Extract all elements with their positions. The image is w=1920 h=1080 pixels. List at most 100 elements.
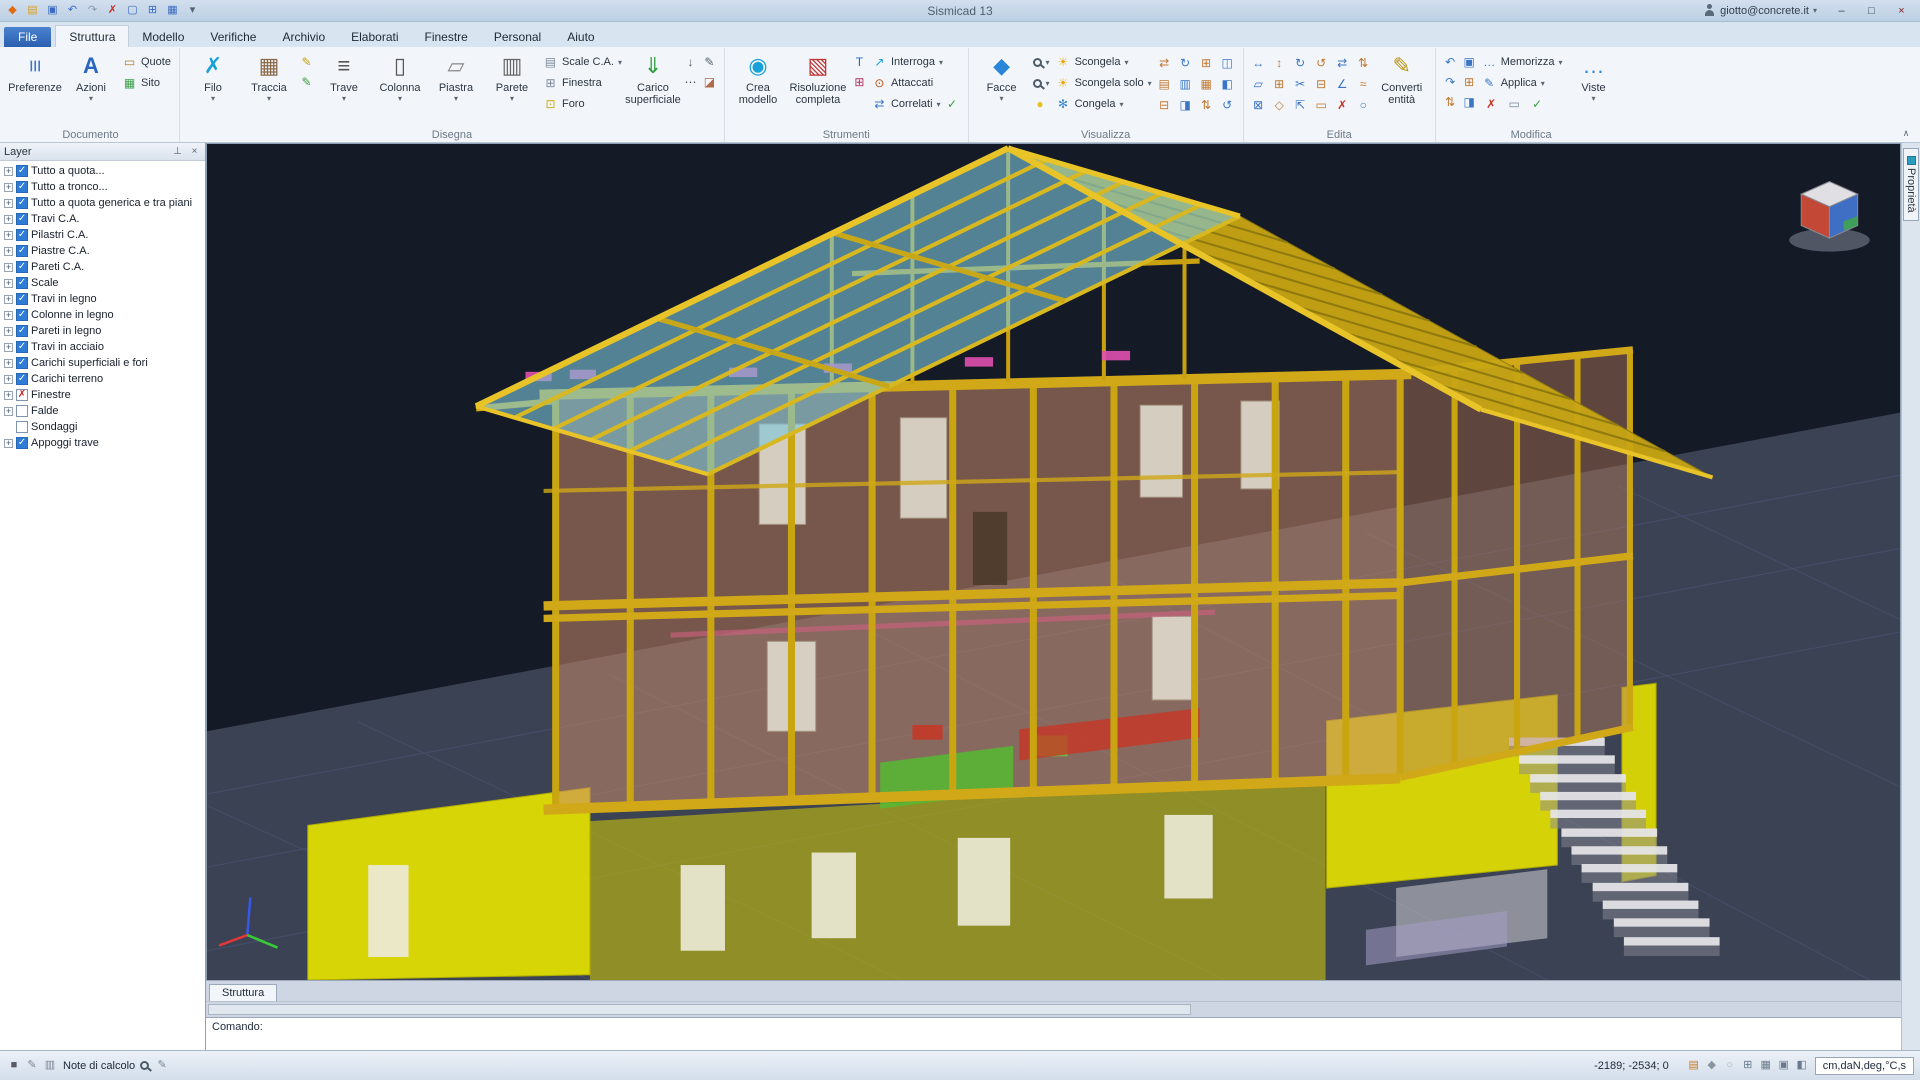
sketch-pencil-icon[interactable]: ✎: [297, 52, 316, 71]
tab-modello[interactable]: Modello: [129, 26, 197, 47]
expand-icon[interactable]: [4, 311, 13, 320]
expand-icon[interactable]: [4, 247, 13, 256]
risoluzione-completa-button[interactable]: ▧ Risoluzione completa: [786, 50, 850, 108]
layer-checkbox[interactable]: [16, 245, 28, 257]
stretch-icon[interactable]: ↕: [1270, 53, 1289, 72]
layer-row[interactable]: Tutto a tronco...: [0, 179, 205, 195]
layer-checkbox[interactable]: [16, 277, 28, 289]
search-icon[interactable]: [140, 1061, 149, 1070]
offset-icon[interactable]: ▱: [1249, 74, 1268, 93]
lamp-button[interactable]: ●: [1030, 94, 1053, 114]
fillet-icon[interactable]: ∠: [1333, 74, 1352, 93]
hint-icon[interactable]: ◧: [1794, 1058, 1810, 1074]
preferenze-button[interactable]: ≡ Preferenze: [7, 50, 63, 96]
layer-row[interactable]: Finestre: [0, 387, 205, 403]
layer-row[interactable]: Pilastri C.A.: [0, 227, 205, 243]
rotate-icon[interactable]: ↻: [1291, 53, 1310, 72]
layer-checkbox[interactable]: [16, 309, 28, 321]
layer-row[interactable]: Carichi terreno: [0, 371, 205, 387]
orbit-view-icon[interactable]: ↻: [1176, 53, 1195, 72]
box-select-icon[interactable]: ▭: [1505, 95, 1524, 114]
view-top-icon[interactable]: ▤: [1155, 74, 1174, 93]
layer-row[interactable]: Sondaggi: [0, 419, 205, 435]
save-icon[interactable]: ▣: [44, 2, 61, 19]
edit-note-icon[interactable]: ✎: [24, 1058, 40, 1074]
expand-icon[interactable]: [4, 295, 13, 304]
delete-icon[interactable]: ✗: [1482, 95, 1501, 114]
layer-row[interactable]: Pareti C.A.: [0, 259, 205, 275]
document-tab-struttura[interactable]: Struttura: [209, 984, 277, 1001]
layer-checkbox[interactable]: [16, 421, 28, 433]
layer-row[interactable]: Falde: [0, 403, 205, 419]
swap-icon[interactable]: ⇅: [1441, 92, 1460, 111]
undo-edit-icon[interactable]: ↶: [1441, 52, 1460, 71]
section-icon[interactable]: ⇅: [1197, 95, 1216, 114]
stylus-icon[interactable]: ✎: [700, 52, 719, 71]
redo-icon[interactable]: ↷: [84, 2, 101, 19]
load-arrow-icon[interactable]: ↓: [681, 52, 700, 71]
horizontal-scrollbar[interactable]: [206, 1001, 1901, 1017]
expand-icon[interactable]: [4, 215, 13, 224]
wireframe-icon[interactable]: ◨: [1176, 95, 1195, 114]
tab-file[interactable]: File: [4, 27, 51, 47]
layout-icon[interactable]: ▦: [164, 2, 181, 19]
minimize-button[interactable]: –: [1827, 2, 1856, 20]
layer-checkbox[interactable]: [16, 165, 28, 177]
expand-icon[interactable]: [4, 327, 13, 336]
expand-icon[interactable]: [4, 391, 13, 400]
app-logo-icon[interactable]: ◆: [4, 2, 21, 19]
close-panel-icon[interactable]: ×: [188, 145, 201, 158]
layer-checkbox[interactable]: [16, 325, 28, 337]
layer-row[interactable]: Travi in legno: [0, 291, 205, 307]
open-icon[interactable]: ▤: [24, 2, 41, 19]
attaccati-button[interactable]: ⊙ Attaccati: [869, 73, 963, 93]
view-iso-icon[interactable]: ◧: [1218, 74, 1237, 93]
filo-button[interactable]: ✗ Filo ▾: [185, 50, 241, 105]
paste-props-icon[interactable]: ⊞: [1460, 72, 1479, 91]
layer-row[interactable]: Tutto a quota...: [0, 163, 205, 179]
congela-button[interactable]: ✻ Congela ▾: [1053, 94, 1155, 114]
parete-button[interactable]: ▥ Parete ▾: [484, 50, 540, 105]
finestra-button[interactable]: ⊞ Finestra: [540, 73, 625, 93]
properties-tab[interactable]: Proprietà: [1903, 148, 1919, 221]
expand-icon[interactable]: [4, 279, 13, 288]
expand-icon[interactable]: [4, 199, 13, 208]
layer-row[interactable]: Piastre C.A.: [0, 243, 205, 259]
sito-button[interactable]: ▦ Sito: [119, 73, 174, 93]
expand-icon[interactable]: [4, 183, 13, 192]
pan-view-icon[interactable]: ⇄: [1155, 53, 1174, 72]
tab-aiuto[interactable]: Aiuto: [554, 26, 607, 47]
refresh-view-icon[interactable]: ↺: [1218, 95, 1237, 114]
ribbon-collapse-button[interactable]: ∧: [1898, 128, 1914, 140]
layer-checkbox[interactable]: [16, 261, 28, 273]
expand-icon[interactable]: [4, 343, 13, 352]
filter-icon[interactable]: ◨: [1460, 92, 1479, 111]
light-icon[interactable]: ○: [1722, 1058, 1738, 1074]
measure-icon[interactable]: ▭: [1312, 95, 1331, 114]
view-side-icon[interactable]: ▦: [1197, 74, 1216, 93]
edit-icon[interactable]: ✎: [154, 1058, 170, 1074]
layer-checkbox[interactable]: [16, 437, 28, 449]
tab-personal[interactable]: Personal: [481, 26, 554, 47]
array-icon[interactable]: ⊞: [1270, 74, 1289, 93]
grid-toggle-icon[interactable]: ▦: [1758, 1058, 1774, 1074]
layer-checkbox[interactable]: [16, 405, 28, 417]
zoom-button[interactable]: ▾: [1030, 52, 1053, 72]
layer-checkbox[interactable]: [16, 341, 28, 353]
layer-row[interactable]: Travi C.A.: [0, 211, 205, 227]
close-button[interactable]: ×: [1887, 2, 1916, 20]
layer-row[interactable]: Colonne in legno: [0, 307, 205, 323]
colonna-button[interactable]: ▯ Colonna ▾: [372, 50, 428, 105]
applica-button[interactable]: ✎ Applica ▾: [1479, 73, 1566, 93]
draw-pencil-icon[interactable]: ✎: [297, 72, 316, 91]
tab-finestre[interactable]: Finestre: [412, 26, 481, 47]
layer-checkbox[interactable]: [16, 197, 28, 209]
expand-icon[interactable]: [4, 407, 13, 416]
scongela-button[interactable]: ☀ Scongela ▾: [1053, 52, 1155, 72]
command-line[interactable]: Comando:: [206, 1017, 1901, 1050]
memorizza-button[interactable]: … Memorizza ▾: [1479, 52, 1566, 72]
load-options-icon[interactable]: ⋯: [681, 72, 700, 91]
expand-icon[interactable]: [4, 375, 13, 384]
expand-icon[interactable]: [4, 439, 13, 448]
messages-icon[interactable]: ▥: [42, 1058, 58, 1074]
